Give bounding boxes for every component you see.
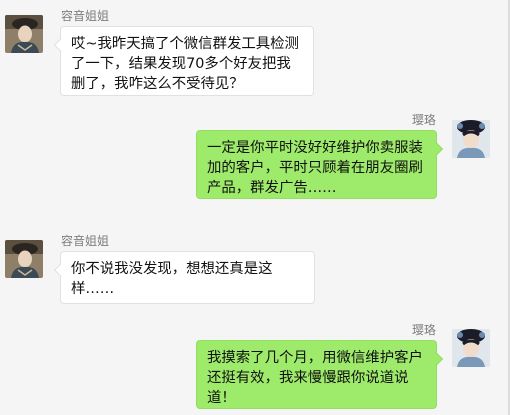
message-bubble[interactable]: 我摸索了几个月，用微信维护客户还挺有效，我来慢慢跟你说道说道！ bbox=[196, 340, 444, 409]
bubble-tail bbox=[428, 141, 444, 157]
message-text: 哎~我昨天搞了个微信群发工具检测了一下，结果发现70多个好友把我删了，我咋这么不… bbox=[71, 36, 299, 92]
message-bubble[interactable]: 你不说我没发现，想想还真是这样…… bbox=[53, 251, 315, 304]
bubble-tail bbox=[53, 37, 69, 53]
sender-name: 璎珞 bbox=[411, 113, 436, 127]
sender-avatar-icon[interactable] bbox=[5, 240, 43, 278]
sender-name: 容音姐姐 bbox=[61, 9, 110, 23]
message-bubble[interactable]: 哎~我昨天搞了个微信群发工具检测了一下，结果发现70多个好友把我删了，我咋这么不… bbox=[53, 26, 314, 96]
sender-avatar-icon[interactable] bbox=[452, 120, 490, 158]
sender-avatar-icon[interactable] bbox=[5, 15, 43, 53]
message-text: 我摸索了几个月，用微信维护客户还挺有效，我来慢慢跟你说道说道！ bbox=[207, 350, 423, 406]
message-text: 一定是你平时没好好维护你卖服装加的客户，平时只顾着在朋友圈刷产品，群发广告…… bbox=[207, 140, 423, 196]
bubble-tail bbox=[53, 262, 69, 278]
message-bubble[interactable]: 一定是你平时没好好维护你卖服装加的客户，平时只顾着在朋友圈刷产品，群发广告…… bbox=[196, 130, 444, 199]
sender-name: 璎珞 bbox=[411, 323, 436, 337]
sender-avatar-icon[interactable] bbox=[452, 329, 490, 367]
bubble-tail bbox=[428, 351, 444, 367]
sender-name: 容音姐姐 bbox=[61, 234, 110, 248]
message-text: 你不说我没发现，想想还真是这样…… bbox=[71, 261, 273, 297]
